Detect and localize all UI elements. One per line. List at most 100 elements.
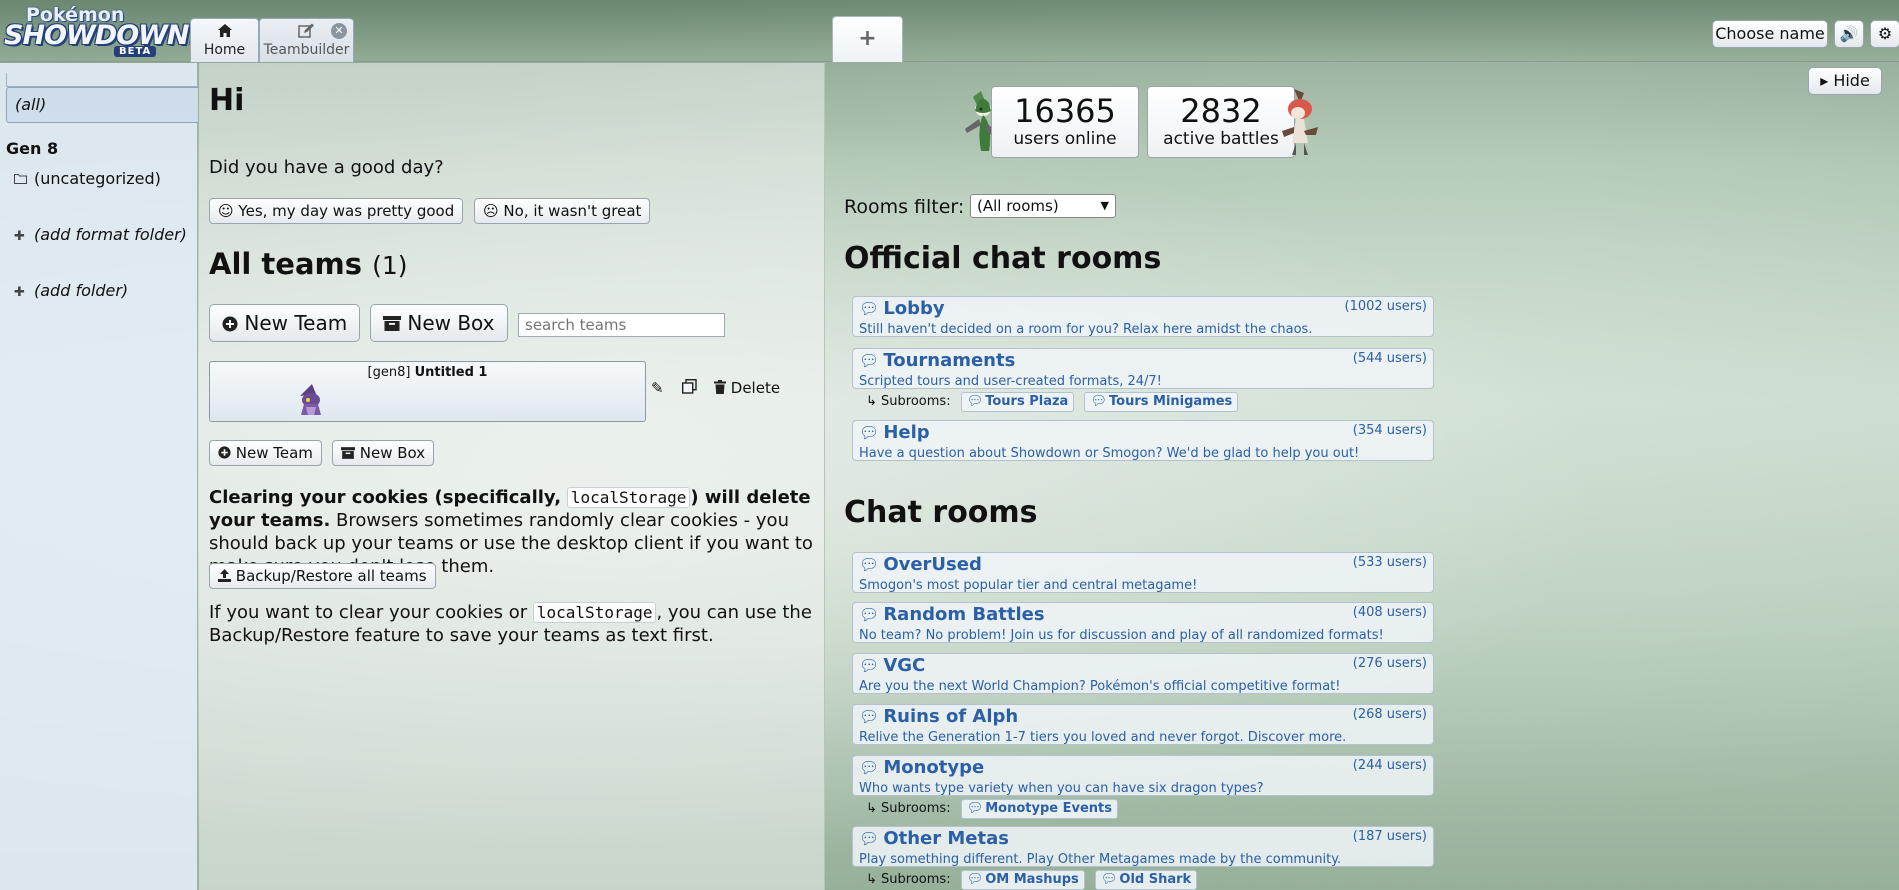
clear-note-part-1: If you want to clear your cookies or: [209, 602, 528, 623]
users-online-count: 16365: [1014, 92, 1116, 130]
room-lobby[interactable]: 💬︎ Lobby (1002 users) Still haven't decid…: [852, 296, 1434, 337]
backup-restore-button[interactable]: Backup/Restore all teams: [209, 563, 436, 589]
duplicate-team-icon[interactable]: [681, 378, 697, 398]
monotype-subrooms: ↳ Subrooms: 💬︎ Monotype Events: [866, 799, 1119, 819]
edit-team-pencil-icon[interactable]: ✎: [651, 379, 664, 397]
gear-icon[interactable]: ⚙: [1870, 20, 1899, 48]
plus-circle-icon: [222, 311, 244, 335]
showdown-logo[interactable]: Pokémon SHOWDOWN! BETA: [4, 4, 201, 58]
room-help-name: Help: [883, 422, 930, 443]
yes-good-day-label: Yes, my day was pretty good: [238, 202, 455, 220]
tab-teambuilder[interactable]: Teambuilder ✕: [259, 18, 354, 62]
room-name: 💬︎ Help: [859, 422, 930, 443]
tab-home-label: Home: [203, 42, 246, 58]
room-overused[interactable]: 💬︎ OverUsed (533 users) Smogon's most pop…: [852, 552, 1434, 593]
chat-bubble-icon: 💬︎: [859, 707, 880, 726]
yes-good-day-button[interactable]: ☺ Yes, my day was pretty good: [209, 198, 464, 224]
subrooms-label: Subrooms:: [881, 801, 951, 816]
room-name: 💬︎ Other Metas: [859, 828, 1009, 849]
chevron-down-icon: ▼: [1100, 199, 1109, 212]
choose-name-button[interactable]: Choose name: [1712, 20, 1828, 48]
delete-team-label: Delete: [730, 379, 781, 397]
tab-home[interactable]: Home: [190, 18, 259, 62]
folder-divider: [6, 73, 198, 87]
caret-right-icon: ▸: [1820, 71, 1829, 90]
chat-bubble-icon: 💬︎: [859, 351, 880, 370]
room-description: Smogon's most popular tier and central m…: [859, 578, 1198, 593]
subrooms-label: Subrooms:: [881, 872, 951, 887]
teambuilder-pane: Hi Did you have a good day? ☺ Yes, my da…: [199, 63, 825, 890]
warning-localstorage-code: localStorage: [566, 487, 691, 508]
room-vgc-name: VGC: [883, 655, 926, 676]
no-bad-day-button[interactable]: ☹ No, it wasn't great: [474, 198, 651, 224]
chat-bubble-icon: 💬︎: [859, 656, 880, 675]
subroom-tours-minigames[interactable]: 💬︎ Tours Minigames: [1084, 392, 1239, 412]
room-monotype[interactable]: 💬︎ Monotype (244 users) Who wants type va…: [852, 755, 1434, 796]
active-battles-stat[interactable]: 2832 active battles: [1147, 86, 1295, 158]
new-box-bottom-label: New Box: [359, 444, 426, 462]
pokemon-icon: [294, 382, 328, 418]
add-format-folder-label: (add format folder): [34, 225, 187, 244]
hide-button[interactable]: ▸ Hide: [1808, 67, 1882, 95]
hide-label: Hide: [1833, 71, 1870, 90]
search-teams-input[interactable]: [518, 313, 725, 337]
room-vgc[interactable]: 💬︎ VGC (276 users) Are you the next World…: [852, 653, 1434, 694]
room-random-battles-name: Random Battles: [883, 604, 1045, 625]
new-team-button-bottom[interactable]: New Team: [209, 440, 322, 466]
room-description: Play something different. Play Other Met…: [859, 852, 1342, 867]
subroom-om-mashups[interactable]: 💬︎ OM Mashups: [960, 870, 1085, 890]
folder-all[interactable]: (all): [6, 87, 198, 123]
room-tournaments[interactable]: 💬︎ Tournaments (544 users) Scripted tours…: [852, 348, 1434, 389]
new-team-label: New Team: [244, 311, 348, 335]
room-help[interactable]: 💬︎ Help (354 users) Have a question about…: [852, 420, 1434, 461]
clear-note-code: localStorage: [532, 602, 657, 623]
warning-bold-part-1: Clearing your cookies (specifically,: [209, 487, 562, 508]
plus-circle-icon: [218, 444, 236, 462]
room-other-metas-name: Other Metas: [883, 828, 1009, 849]
team-name: Untitled 1: [414, 365, 488, 380]
logo-beta-badge: BETA: [114, 46, 157, 57]
active-battles-label: active battles: [1163, 129, 1279, 149]
team-card[interactable]: [gen8] Untitled 1: [209, 361, 646, 422]
room-user-count: (544 users): [1352, 351, 1427, 366]
subroom-name: Tours Plaza: [985, 394, 1069, 409]
gen-folder-heading: Gen 8: [6, 139, 59, 158]
new-box-button-bottom[interactable]: New Box: [332, 440, 435, 466]
room-ruins-of-alph[interactable]: 💬︎ Ruins of Alph (268 users) Relive the G…: [852, 704, 1434, 745]
chat-bubble-icon: 💬︎: [859, 299, 880, 318]
subroom-tours-plaza[interactable]: 💬︎ Tours Plaza: [960, 392, 1075, 412]
official-rooms-heading: Official chat rooms: [844, 241, 1162, 276]
users-online-stat: 16365 users online: [991, 86, 1139, 158]
new-box-button[interactable]: New Box: [370, 304, 508, 342]
delete-team-button[interactable]: Delete: [714, 379, 780, 397]
new-team-button[interactable]: New Team: [209, 304, 361, 342]
room-other-metas[interactable]: 💬︎ Other Metas (187 users) Play something…: [852, 826, 1434, 867]
new-tab-button[interactable]: +: [832, 16, 903, 62]
subroom-name: Tours Minigames: [1109, 394, 1233, 409]
chat-bubble-icon: 💬︎: [859, 423, 880, 442]
room-random-battles[interactable]: 💬︎ Random Battles (408 users) No team? No…: [852, 602, 1434, 643]
sound-icon[interactable]: 🔊: [1834, 20, 1864, 48]
add-format-folder[interactable]: ✚ (add format folder): [14, 225, 187, 244]
other-metas-subrooms: ↳ Subrooms: 💬︎ OM Mashups 💬︎ Old Shark: [866, 870, 1198, 890]
room-name: 💬︎ VGC: [859, 655, 925, 676]
rooms-filter-select[interactable]: (All rooms) ▼: [970, 194, 1116, 218]
archive-box-icon: [383, 311, 407, 335]
frown-icon: ☹: [483, 202, 499, 220]
add-folder[interactable]: ✚ (add folder): [14, 281, 128, 300]
room-name: 💬︎ OverUsed: [859, 554, 982, 575]
room-overused-name: OverUsed: [883, 554, 982, 575]
subroom-old-shark[interactable]: 💬︎ Old Shark: [1094, 870, 1198, 890]
room-name: 💬︎ Tournaments: [859, 350, 1015, 371]
close-tab-icon[interactable]: ✕: [331, 23, 347, 39]
folder-uncategorized-label: (uncategorized): [34, 169, 161, 188]
room-description: Scripted tours and user-created formats,…: [859, 374, 1162, 389]
chat-bubble-icon: 💬︎: [1100, 872, 1118, 887]
team-title: [gen8] Untitled 1: [210, 365, 645, 380]
subroom-monotype-events[interactable]: 💬︎ Monotype Events: [960, 799, 1119, 819]
smile-icon: ☺: [218, 202, 234, 220]
subroom-name: OM Mashups: [985, 872, 1079, 887]
folder-uncategorized[interactable]: (uncategorized): [14, 169, 161, 188]
home-icon: [191, 23, 258, 41]
room-description: No team? No problem! Join us for discuss…: [859, 628, 1384, 643]
